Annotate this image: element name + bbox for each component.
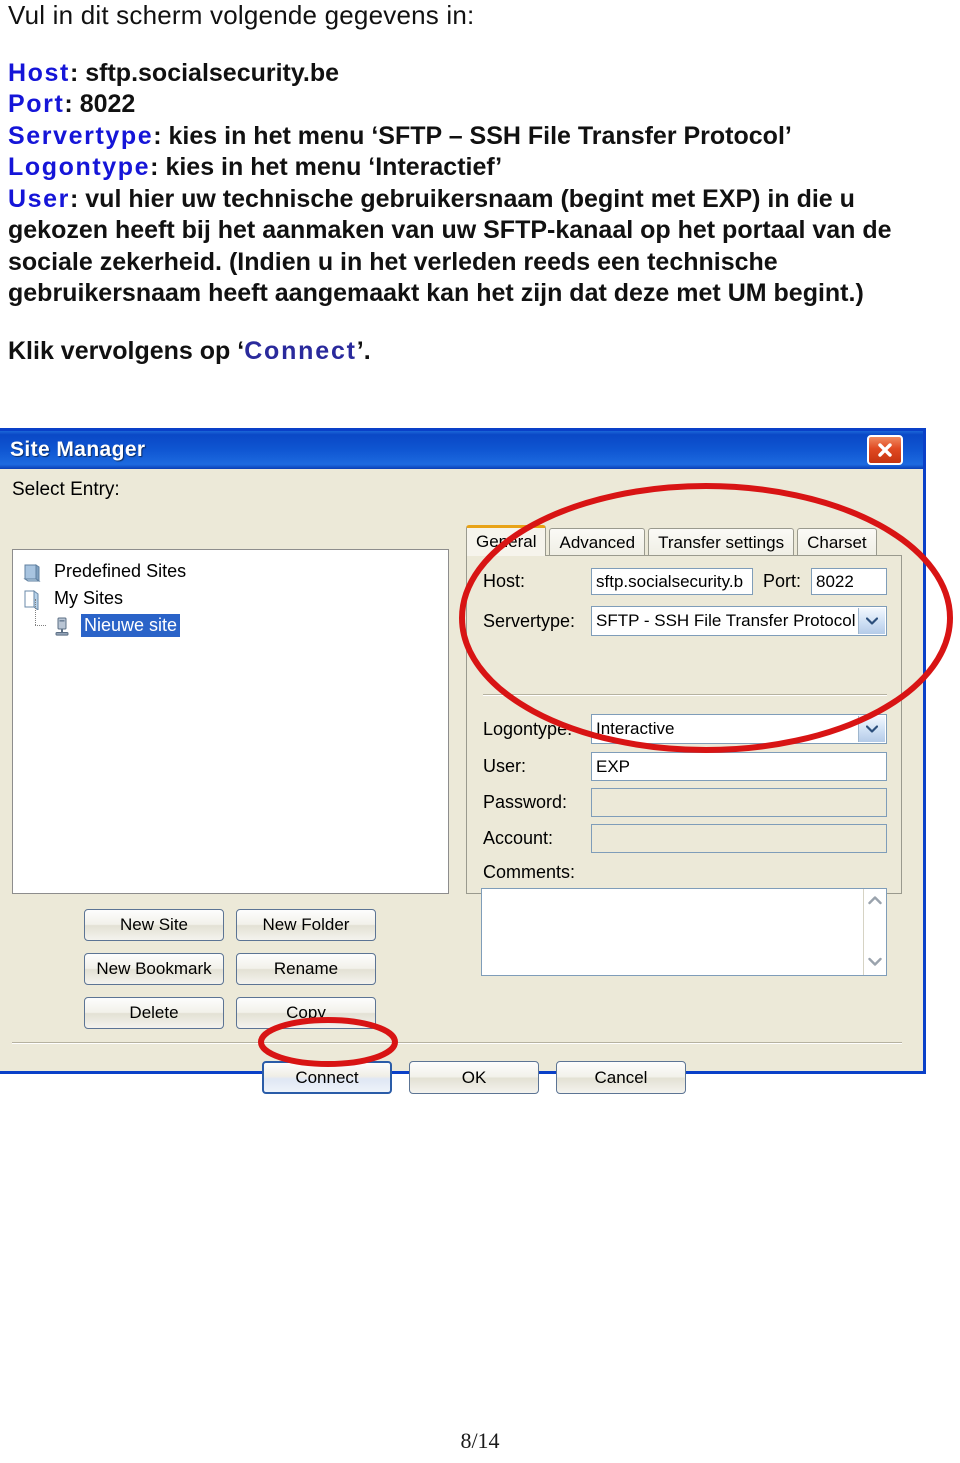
tab-transfer-settings[interactable]: Transfer settings <box>648 528 795 556</box>
field-sep-host: : <box>69 58 86 87</box>
closing-line: Klik vervolgens op ‘Connect’. <box>8 336 952 368</box>
closing-prefix: Klik vervolgens op ‘ <box>8 336 245 365</box>
text-spacer-1 <box>8 32 952 58</box>
field-sep-logontype: : <box>150 153 166 181</box>
account-input[interactable] <box>591 824 887 853</box>
page-number: 8/14 <box>460 1428 500 1453</box>
tree-item-label: My Sites <box>54 588 124 608</box>
field-label-logontype: Logontype <box>8 153 151 181</box>
logontype-label: Logontype: <box>483 718 573 739</box>
scroll-down-icon[interactable] <box>868 954 882 972</box>
closing-suffix: ’. <box>356 336 371 365</box>
port-label: Port: <box>762 571 801 591</box>
field-sep-user: : <box>70 184 86 213</box>
dialog-titlebar[interactable]: Site Manager <box>0 431 923 469</box>
field-label-port: Port <box>8 90 65 118</box>
tree-item-nieuwe-site[interactable]: Nieuwe site <box>21 599 448 639</box>
settings-tabstrip: General Advanced Transfer settings Chars… <box>466 525 886 556</box>
tab-advanced[interactable]: Advanced <box>549 528 646 556</box>
field-value-host: sftp.socialsecurity.be <box>85 58 340 87</box>
field-label-servertype: Servertype <box>8 121 154 150</box>
field-line-servertype: Servertype: kies in het menu ‘SFTP – SSH… <box>8 121 952 153</box>
user-text-part-a: vul hier uw technische gebruikersnaam (b… <box>85 184 703 213</box>
instruction-text-block: Vul in dit scherm volgende gegevens in: … <box>8 0 952 367</box>
new-bookmark-button[interactable]: New Bookmark <box>84 953 224 985</box>
logontype-select[interactable]: Interactive <box>591 714 887 744</box>
select-entry-label: Select Entry: <box>12 479 120 500</box>
folder-icon <box>21 561 43 583</box>
site-tree[interactable]: Predefined Sites My Sites Nieuwe site <box>12 549 449 894</box>
servertype-select[interactable]: SFTP - SSH File Transfer Protocol <box>591 606 887 636</box>
rename-button[interactable]: Rename <box>236 953 376 985</box>
user-label: User: <box>483 756 527 776</box>
server-icon <box>51 615 73 637</box>
tree-item-my-sites[interactable]: My Sites <box>21 585 448 612</box>
servertype-label: Servertype: <box>483 610 576 631</box>
bottom-divider <box>12 1042 902 1044</box>
dialog-body: Select Entry: Predefined Sites My Sites … <box>0 469 923 1094</box>
field-sep-port: : <box>64 90 80 118</box>
password-field-row: Password: <box>483 788 887 817</box>
field-line-host: Host: sftp.socialsecurity.be <box>8 58 952 90</box>
user-input[interactable]: EXP <box>591 752 887 781</box>
field-line-user: User: vul hier uw technische gebruikersn… <box>8 184 952 310</box>
field-value-servertype: kies in het menu ‘SFTP – SSH File Transf… <box>168 121 792 150</box>
account-label: Account: <box>483 828 554 848</box>
new-site-button[interactable]: New Site <box>84 909 224 941</box>
new-folder-button[interactable]: New Folder <box>236 909 376 941</box>
intro-line: Vul in dit scherm volgende gegevens in: <box>8 0 475 30</box>
dialog-title: Site Manager <box>10 438 146 461</box>
tree-item-label: Nieuwe site <box>81 614 181 637</box>
tab-charset[interactable]: Charset <box>797 528 877 556</box>
field-line-logontype: Logontype: kies in het menu ‘Interactief… <box>8 152 952 184</box>
user-bold-exp: EXP <box>702 184 753 213</box>
ok-button[interactable]: OK <box>409 1061 539 1094</box>
cancel-button[interactable]: Cancel <box>556 1061 686 1094</box>
site-actions-button-group: New Site New Folder New Bookmark Rename … <box>84 909 376 1029</box>
tree-item-label: Predefined Sites <box>54 561 187 581</box>
general-tab-panel: Host: sftp.socialsecurity.b Port: 8022 S… <box>466 555 902 976</box>
logontype-value: Interactive <box>596 719 675 738</box>
delete-button[interactable]: Delete <box>84 997 224 1029</box>
user-bold-um: UM <box>727 279 767 307</box>
tab-general[interactable]: General <box>466 525 547 556</box>
field-value-logontype: kies in het menu ‘Interactief’ <box>165 153 503 181</box>
field-value-port: 8022 <box>79 90 136 118</box>
comments-textarea[interactable] <box>481 888 887 976</box>
scroll-up-icon[interactable] <box>868 892 882 910</box>
chevron-down-icon[interactable] <box>858 716 885 742</box>
copy-button[interactable]: Copy <box>236 997 376 1029</box>
connect-button[interactable]: Connect <box>262 1061 392 1094</box>
close-icon[interactable] <box>867 435 903 465</box>
tree-item-predefined-sites[interactable]: Predefined Sites <box>21 558 448 585</box>
closing-connect-word: Connect <box>244 336 357 365</box>
logontype-field-row: Logontype: Interactive <box>483 714 887 744</box>
field-label-host: Host <box>8 58 70 87</box>
password-input[interactable] <box>591 788 887 817</box>
dialog-button-bar: Connect OK Cancel <box>262 1061 686 1094</box>
host-input[interactable]: sftp.socialsecurity.b <box>591 568 753 595</box>
chevron-down-icon[interactable] <box>858 608 885 634</box>
servertype-value: SFTP - SSH File Transfer Protocol <box>596 611 856 630</box>
field-line-port: Port: 8022 <box>8 89 952 121</box>
field-sep-servertype: : <box>153 121 169 150</box>
comments-label: Comments: <box>483 862 576 882</box>
servertype-field-row: Servertype: SFTP - SSH File Transfer Pro… <box>483 606 887 636</box>
host-field-row: Host: sftp.socialsecurity.b Port: 8022 <box>483 568 887 595</box>
user-text-part-c: begint.) <box>766 279 864 307</box>
user-field-row: User: EXP <box>483 752 887 781</box>
account-field-row: Account: <box>483 824 887 853</box>
host-label: Host: <box>483 571 526 591</box>
text-spacer-2 <box>8 310 952 336</box>
port-input[interactable]: 8022 <box>811 568 887 595</box>
site-manager-dialog: Site Manager Select Entry: Predefined Si… <box>0 428 926 1094</box>
comments-scrollbar[interactable] <box>863 889 886 975</box>
field-label-user: User <box>8 184 70 213</box>
password-label: Password: <box>483 792 568 812</box>
folder-open-icon <box>21 588 43 611</box>
form-divider <box>483 694 887 696</box>
